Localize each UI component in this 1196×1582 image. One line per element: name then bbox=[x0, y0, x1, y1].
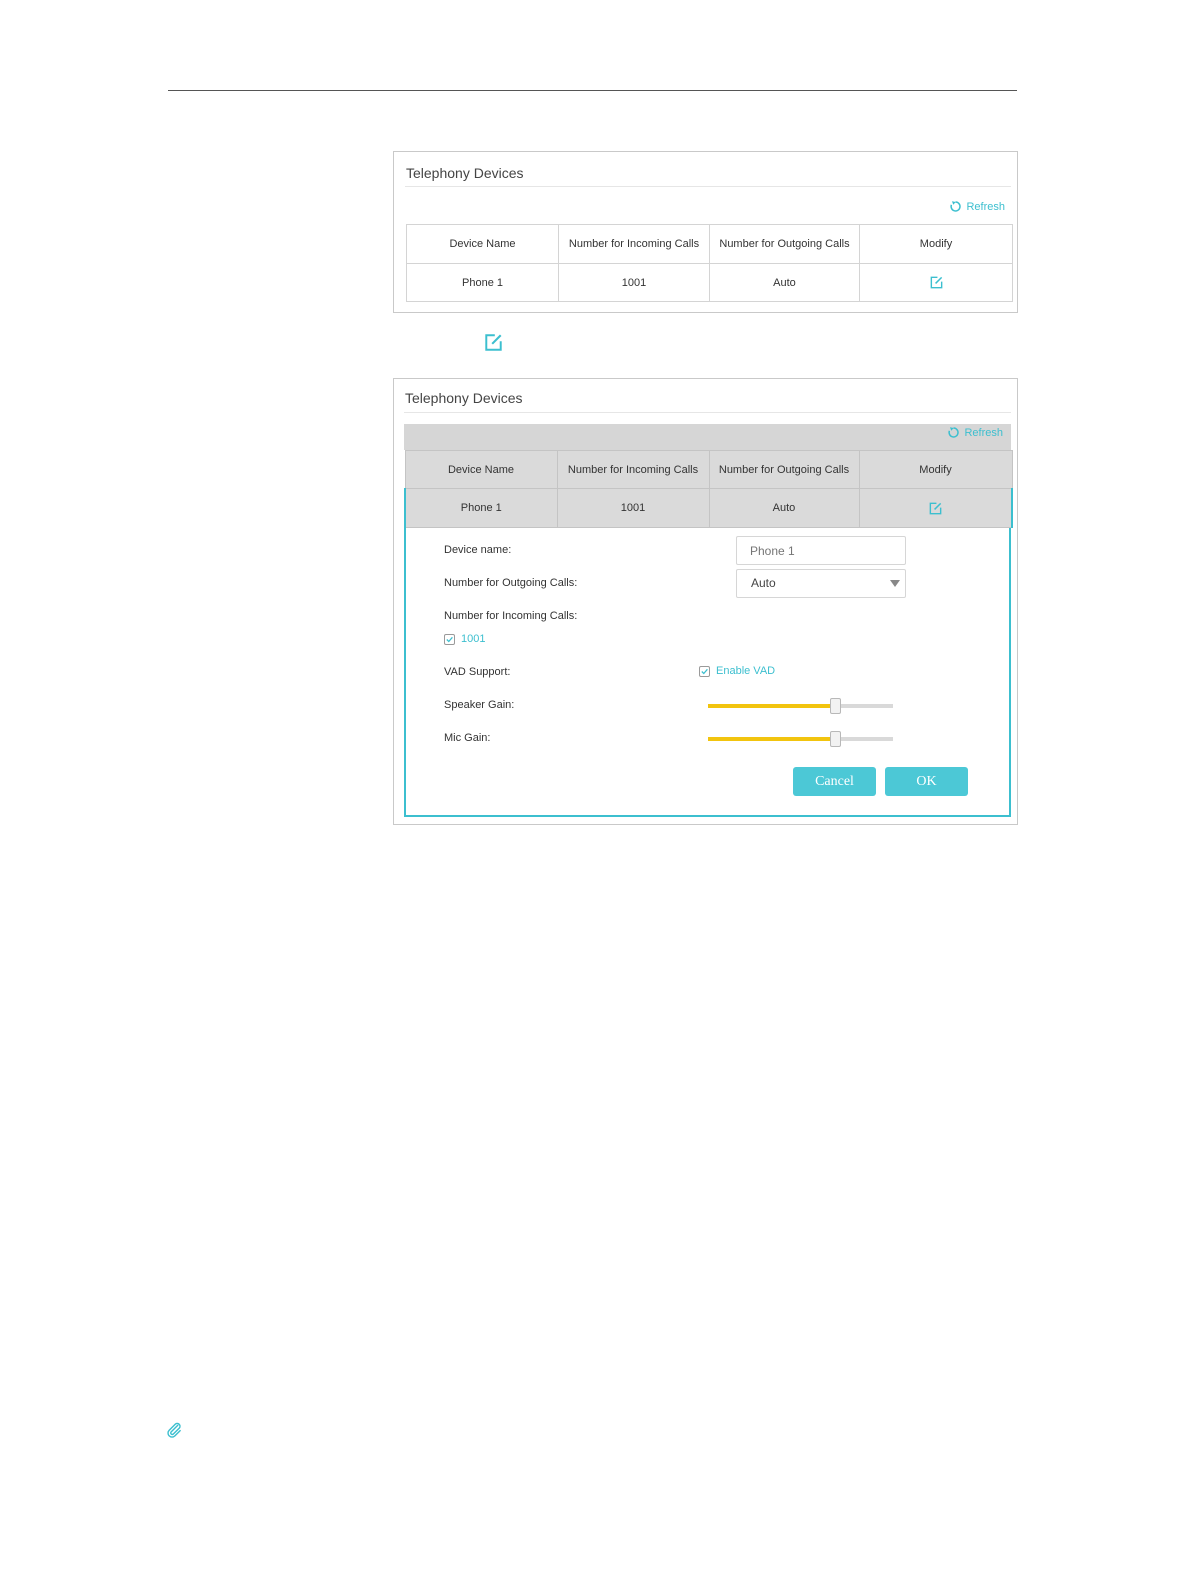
edit-form: Device name: Number for Outgoing Calls: … bbox=[404, 528, 1011, 817]
refresh-button[interactable]: Refresh bbox=[949, 200, 1005, 213]
incoming-number-option: 1001 bbox=[461, 633, 486, 645]
refresh-button[interactable]: Refresh bbox=[947, 426, 1003, 439]
vad-support-label: VAD Support: bbox=[444, 666, 511, 678]
table-row: Phone 1 1001 Auto bbox=[406, 263, 1013, 302]
title-divider bbox=[405, 186, 1011, 187]
column-header: Device Name bbox=[406, 224, 559, 264]
device-name-input[interactable] bbox=[736, 536, 906, 565]
incoming-number-cell: 1001 bbox=[556, 488, 710, 528]
refresh-icon bbox=[948, 427, 960, 438]
enable-vad-label: Enable VAD bbox=[716, 665, 776, 677]
column-header: Number for Incoming Calls bbox=[558, 224, 710, 264]
check-icon bbox=[446, 636, 453, 642]
column-header: Number for Incoming Calls bbox=[556, 450, 710, 489]
outgoing-calls-select[interactable]: Auto bbox=[736, 569, 906, 598]
checkbox[interactable] bbox=[699, 665, 710, 677]
speaker-gain-slider[interactable] bbox=[708, 697, 893, 715]
mic-gain-slider[interactable] bbox=[708, 730, 893, 748]
table-header-row: Device Name Number for Incoming Calls Nu… bbox=[404, 450, 1013, 489]
cancel-button[interactable]: Cancel bbox=[793, 767, 876, 796]
speaker-gain-label: Speaker Gain: bbox=[444, 699, 515, 711]
check-icon bbox=[701, 668, 708, 674]
column-header: Device Name bbox=[404, 450, 558, 489]
device-name-cell: Phone 1 bbox=[406, 263, 559, 302]
column-header: Number for Outgoing Calls bbox=[709, 224, 860, 264]
panel-title: Telephony Devices bbox=[405, 390, 523, 406]
outgoing-calls-value: Auto bbox=[751, 576, 776, 590]
outgoing-calls-label: Number for Outgoing Calls: bbox=[444, 577, 578, 589]
chevron-down-icon bbox=[890, 580, 900, 587]
refresh-label: Refresh bbox=[964, 426, 1003, 439]
outgoing-number-cell: Auto bbox=[708, 488, 860, 528]
mic-gain-label: Mic Gain: bbox=[444, 732, 491, 744]
slider-thumb[interactable] bbox=[830, 698, 841, 714]
column-header: Number for Outgoing Calls bbox=[708, 450, 860, 489]
device-name-label: Device name: bbox=[444, 544, 512, 556]
slider-thumb[interactable] bbox=[830, 731, 841, 747]
slider-fill bbox=[708, 737, 836, 741]
edit-icon[interactable] bbox=[928, 501, 943, 516]
refresh-label: Refresh bbox=[966, 200, 1005, 213]
refresh-icon bbox=[950, 201, 962, 212]
toolbar-band bbox=[404, 424, 1011, 450]
devices-table: Device Name Number for Incoming Calls Nu… bbox=[404, 450, 1013, 528]
paperclip-icon bbox=[167, 1422, 181, 1438]
modify-cell bbox=[859, 263, 1013, 302]
devices-table: Device Name Number for Incoming Calls Nu… bbox=[406, 224, 1013, 302]
edit-icon bbox=[485, 334, 502, 351]
checkbox[interactable] bbox=[444, 633, 455, 645]
telephony-devices-panel: Telephony Devices Refresh Device Name Nu… bbox=[393, 151, 1018, 313]
title-divider bbox=[404, 412, 1011, 413]
column-header: Modify bbox=[858, 450, 1013, 489]
column-header: Modify bbox=[859, 224, 1013, 264]
ok-button[interactable]: OK bbox=[885, 767, 968, 796]
outgoing-number-cell: Auto bbox=[709, 263, 860, 302]
telephony-devices-edit-panel: Telephony Devices Refresh Device Name Nu… bbox=[393, 378, 1018, 825]
table-row[interactable]: Phone 1 1001 Auto bbox=[404, 488, 1013, 528]
enable-vad-checkbox[interactable]: Enable VAD bbox=[699, 665, 775, 677]
panel-title: Telephony Devices bbox=[406, 165, 524, 181]
incoming-calls-label: Number for Incoming Calls: bbox=[444, 610, 578, 622]
edit-icon[interactable] bbox=[929, 275, 944, 290]
device-name-cell: Phone 1 bbox=[404, 488, 558, 528]
incoming-number-cell: 1001 bbox=[558, 263, 710, 302]
table-header-row: Device Name Number for Incoming Calls Nu… bbox=[406, 224, 1013, 264]
incoming-number-checkbox[interactable]: 1001 bbox=[444, 633, 485, 645]
modify-cell bbox=[858, 488, 1013, 528]
slider-fill bbox=[708, 704, 836, 708]
header-rule bbox=[168, 90, 1017, 91]
